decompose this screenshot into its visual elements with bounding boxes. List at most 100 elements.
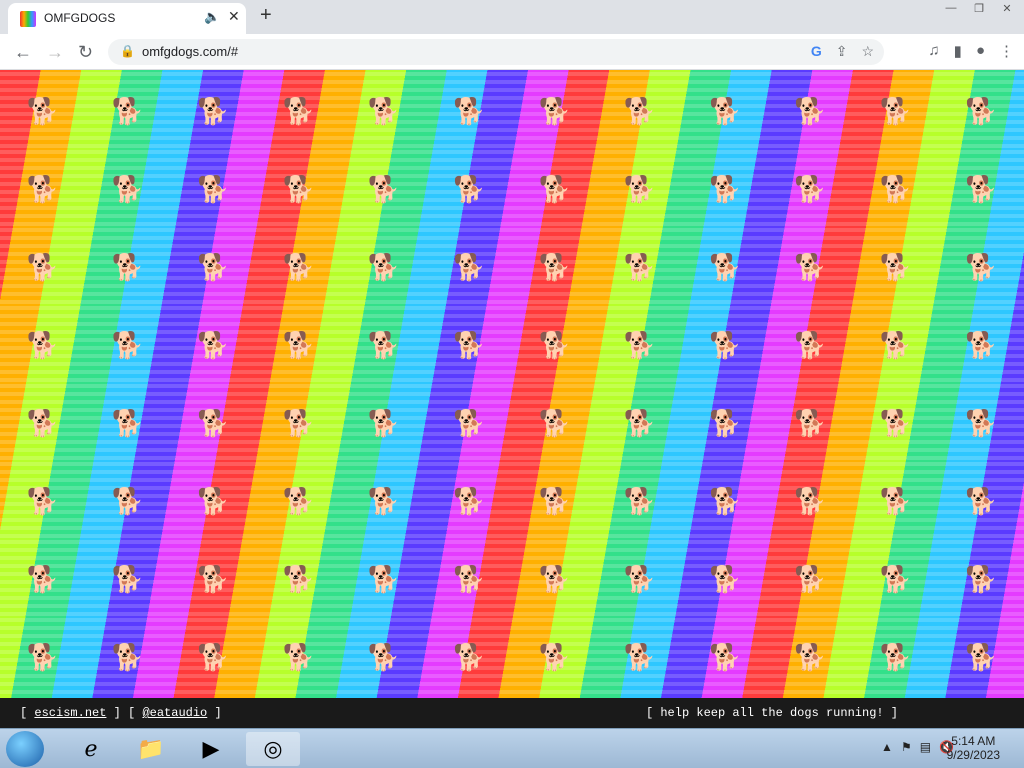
dog-icon: 🐕 (794, 330, 827, 360)
dog-row: 🐕 🐕 🐕 🐕 🐕 🐕 🐕 🐕 🐕 🐕 🐕 🐕 (0, 252, 1024, 292)
restore-button[interactable]: ❐ (968, 2, 990, 16)
sidepanel-icon[interactable]: ▮ (954, 42, 962, 60)
tray-flag-icon[interactable]: ⚑ (901, 740, 912, 754)
tray-network-icon[interactable]: ▤ (920, 740, 931, 754)
dog-icon: 🐕 (453, 174, 486, 204)
dog-icon: 🐕 (709, 174, 742, 204)
dog-icon: 🐕 (965, 174, 998, 204)
dog-icon: 🐕 (111, 96, 145, 126)
dog-icon: 🐕 (26, 486, 59, 516)
start-icon[interactable] (6, 731, 44, 767)
dog-icon: 🐕 (197, 486, 230, 516)
clock-date: 9/29/2023 (946, 748, 1000, 762)
dog-icon: 🐕 (197, 252, 230, 282)
dog-icon: 🐕 (26, 96, 59, 126)
ie-icon[interactable]: ℯ (64, 732, 118, 766)
url-text[interactable]: omfgdogs.com/# (142, 44, 238, 59)
dog-icon: 🐕 (26, 330, 59, 360)
dog-icon: 🐕 (709, 330, 742, 360)
dog-icon: 🐕 (26, 564, 59, 594)
taskbar: ℯ 📁 ▶ ◎ ▲ ⚑ ▤ 🔇 5:14 AM 9/29/2023 (0, 728, 1024, 768)
dog-icon: 🐕 (111, 330, 145, 360)
dog-icon: 🐕 (794, 252, 827, 282)
dog-icon: 🐕 (453, 252, 486, 282)
dog-icon: 🐕 (709, 486, 742, 516)
dog-icon: 🐕 (538, 330, 571, 360)
dog-icon: 🐕 (26, 174, 59, 204)
dog-icon: 🐕 (111, 486, 145, 516)
media-icon[interactable]: ♫ (928, 42, 939, 60)
dog-icon: 🐕 (794, 96, 827, 126)
tab-title: OMFGDOGS (44, 11, 116, 25)
dog-icon: 🐕 (709, 408, 742, 438)
close-window-button[interactable]: ✕ (996, 2, 1018, 16)
dog-icon: 🐕 (282, 408, 315, 438)
plus-icon[interactable]: + (260, 4, 272, 27)
profile-icon[interactable]: ● (976, 42, 985, 60)
dog-row: 🐕 🐕 🐕 🐕 🐕 🐕 🐕 🐕 🐕 🐕 🐕 🐕 (0, 174, 1024, 214)
dog-icon: 🐕 (965, 642, 998, 672)
dog-icon: 🐕 (794, 564, 827, 594)
dog-icon: 🐕 (367, 486, 401, 516)
google-icon[interactable]: G (811, 43, 822, 60)
dog-icon: 🐕 (538, 96, 571, 126)
dog-icon: 🐕 (623, 252, 657, 282)
dog-icon: 🐕 (879, 408, 913, 438)
clock[interactable]: 5:14 AM 9/29/2023 (947, 734, 1000, 762)
tab-omfgdogs[interactable]: OMFGDOGS 🔈 ✕ (8, 3, 246, 34)
clock-time: 5:14 AM (951, 734, 996, 748)
dog-icon: 🐕 (453, 642, 486, 672)
dog-icon: 🐕 (709, 96, 742, 126)
dog-icon: 🐕 (111, 174, 145, 204)
eataudio-link[interactable]: @eataudio (142, 706, 207, 720)
footer-message[interactable]: [ help keep all the dogs running! ] (646, 706, 898, 720)
share-icon[interactable]: ⇪ (836, 43, 848, 60)
back-icon[interactable]: ← (14, 42, 32, 63)
browser-toolbar: ← → ↻ 🔒 omfgdogs.com/# G ⇪ ☆ ♫ ▮ ● ⋮ (0, 34, 1024, 70)
explorer-icon[interactable]: 📁 (124, 732, 178, 766)
page-footer: [ escism.net ] [ @eataudio ] [ help keep… (0, 698, 1024, 728)
minimize-button[interactable]: — (940, 2, 962, 16)
speaker-icon[interactable]: 🔈 (204, 9, 220, 25)
tray-up-icon[interactable]: ▲ (881, 740, 893, 754)
dog-icon: 🐕 (879, 642, 913, 672)
dog-icon: 🐕 (623, 486, 657, 516)
dog-row: 🐕 🐕 🐕 🐕 🐕 🐕 🐕 🐕 🐕 🐕 🐕 🐕 (0, 330, 1024, 370)
dog-icon: 🐕 (197, 408, 230, 438)
dog-row: 🐕 🐕 🐕 🐕 🐕 🐕 🐕 🐕 🐕 🐕 🐕 🐕 (0, 564, 1024, 604)
dog-icon: 🐕 (538, 408, 571, 438)
address-bar[interactable]: 🔒 omfgdogs.com/# G ⇪ ☆ (108, 39, 884, 65)
dog-icon: 🐕 (197, 174, 230, 204)
chrome-icon[interactable]: ◎ (246, 732, 300, 766)
dog-icon: 🐕 (26, 642, 59, 672)
dog-icon: 🐕 (623, 174, 657, 204)
dog-icon: 🐕 (623, 330, 657, 360)
dog-icon: 🐕 (282, 564, 315, 594)
dog-icon: 🐕 (623, 96, 657, 126)
dog-icon: 🐕 (965, 330, 998, 360)
escism-link[interactable]: escism.net (34, 706, 106, 720)
forward-icon[interactable]: → (46, 42, 64, 63)
lock-icon[interactable]: 🔒 (120, 44, 135, 58)
dog-icon: 🐕 (282, 174, 315, 204)
dog-icon: 🐕 (879, 486, 913, 516)
dog-row: 🐕 🐕 🐕 🐕 🐕 🐕 🐕 🐕 🐕 🐕 🐕 🐕 (0, 96, 1024, 136)
dog-icon: 🐕 (965, 564, 998, 594)
media-player-icon[interactable]: ▶ (184, 732, 238, 766)
dog-icon: 🐕 (709, 564, 742, 594)
dog-icon: 🐕 (879, 564, 913, 594)
dog-icon: 🐕 (111, 564, 145, 594)
close-icon[interactable]: ✕ (228, 8, 240, 25)
dog-icon: 🐕 (965, 486, 998, 516)
dog-icon: 🐕 (879, 96, 913, 126)
dog-icon: 🐕 (26, 408, 59, 438)
dog-icon: 🐕 (538, 252, 571, 282)
dog-icon: 🐕 (794, 486, 827, 516)
dog-icon: 🐕 (111, 252, 145, 282)
reload-icon[interactable]: ↻ (78, 42, 93, 63)
menu-icon[interactable]: ⋮ (999, 42, 1014, 60)
dog-icon: 🐕 (794, 408, 827, 438)
dog-icon: 🐕 (367, 96, 401, 126)
star-icon[interactable]: ☆ (861, 43, 874, 60)
dog-row: 🐕 🐕 🐕 🐕 🐕 🐕 🐕 🐕 🐕 🐕 🐕 🐕 (0, 486, 1024, 526)
